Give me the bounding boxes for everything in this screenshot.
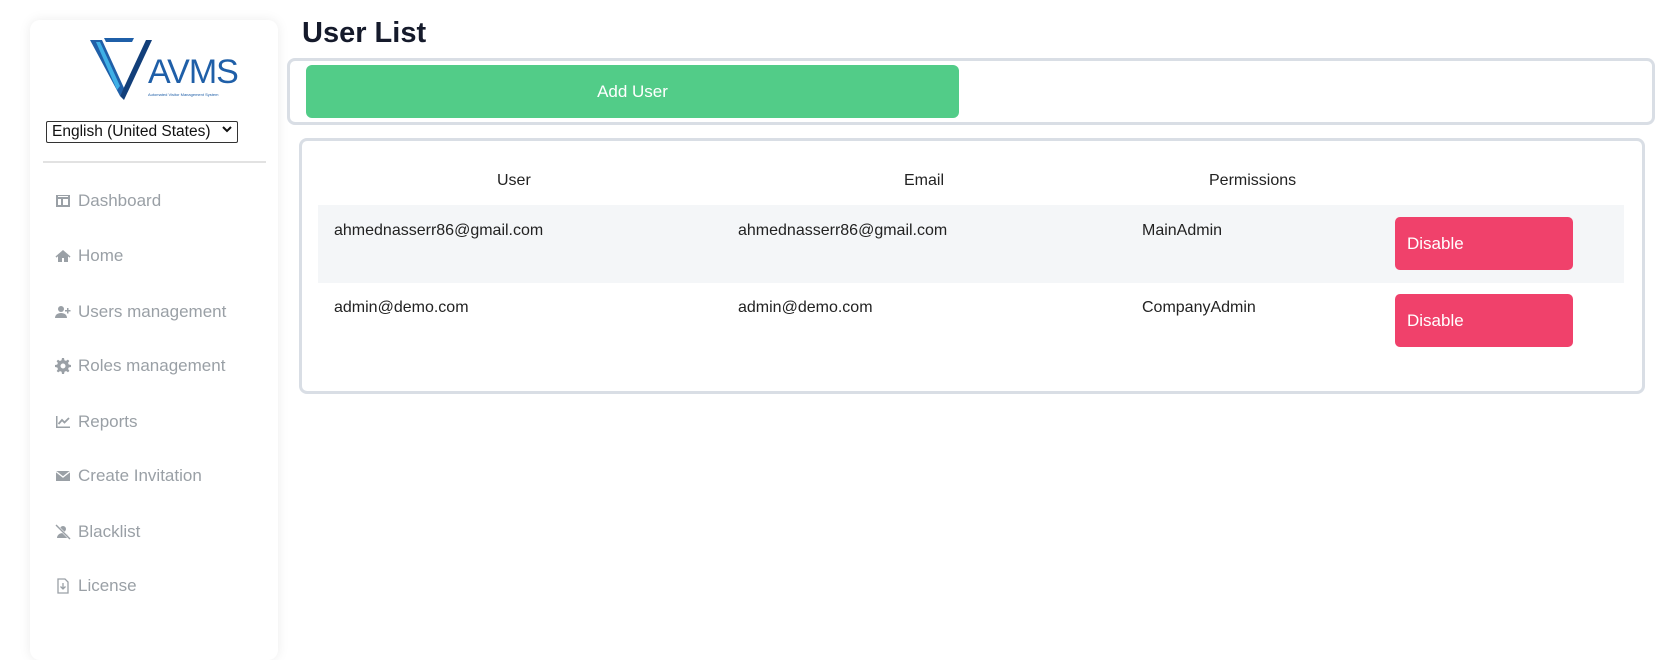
gear-icon	[54, 357, 72, 375]
sidebar-item-label: Blacklist	[78, 522, 141, 541]
sidebar-item-blacklist[interactable]: Blacklist	[54, 518, 140, 546]
page-title: User List	[302, 17, 427, 49]
user-slash-icon	[54, 523, 72, 541]
table-row: ahmednasserr86@gmail.com ahmednasserr86@…	[318, 205, 1624, 283]
sidebar-item-license[interactable]: License	[54, 572, 137, 600]
chart-line-icon	[54, 413, 72, 431]
column-header-user: User	[497, 172, 531, 189]
file-download-icon	[54, 577, 72, 595]
add-user-button[interactable]: Add User	[306, 65, 959, 118]
home-icon	[54, 247, 72, 265]
disable-button[interactable]: Disable	[1395, 294, 1573, 347]
column-header-permissions: Permissions	[1209, 172, 1297, 189]
logo-subtitle: Automated Visitor Management System	[148, 92, 219, 97]
sidebar-item-users-management[interactable]: Users management	[54, 298, 226, 326]
sidebar-item-create-invitation[interactable]: Create Invitation	[54, 462, 202, 490]
logo-text: AVMS	[148, 53, 239, 91]
sidebar-item-label: Create Invitation	[78, 466, 202, 485]
cell-email: ahmednasserr86@gmail.com	[738, 222, 948, 239]
sidebar-item-label: Reports	[78, 412, 138, 431]
sidebar-item-home[interactable]: Home	[54, 242, 123, 270]
cell-user: ahmednasserr86@gmail.com	[334, 222, 544, 239]
sidebar-item-label: License	[78, 576, 137, 595]
cell-permissions: CompanyAdmin	[1142, 299, 1256, 316]
sidebar-item-dashboard[interactable]: Dashboard	[54, 187, 161, 215]
cell-email: admin@demo.com	[738, 299, 873, 316]
language-selected-value: English (United States)	[52, 123, 211, 140]
dashboard-icon	[54, 192, 72, 210]
sidebar-item-label: Dashboard	[78, 191, 162, 210]
sidebar-divider	[43, 161, 266, 163]
sidebar: AVMS Automated Visitor Management System…	[30, 20, 278, 660]
envelope-icon	[54, 467, 72, 485]
cell-permissions: MainAdmin	[1142, 222, 1223, 239]
column-header-email: Email	[904, 172, 945, 189]
sidebar-item-reports[interactable]: Reports	[54, 408, 138, 436]
table-row: admin@demo.com admin@demo.com CompanyAdm…	[318, 282, 1624, 360]
language-select[interactable]: English (United States)	[46, 121, 238, 143]
avms-logo: AVMS Automated Visitor Management System	[90, 30, 239, 100]
sidebar-item-label: Home	[78, 246, 124, 265]
chevron-down-icon	[221, 123, 233, 138]
sidebar-item-label: Users management	[78, 302, 227, 321]
sidebar-item-label: Roles management	[78, 356, 226, 375]
sidebar-item-roles-management[interactable]: Roles management	[54, 352, 225, 380]
cell-user: admin@demo.com	[334, 299, 469, 316]
disable-button[interactable]: Disable	[1395, 217, 1573, 270]
user-plus-icon	[54, 303, 72, 321]
